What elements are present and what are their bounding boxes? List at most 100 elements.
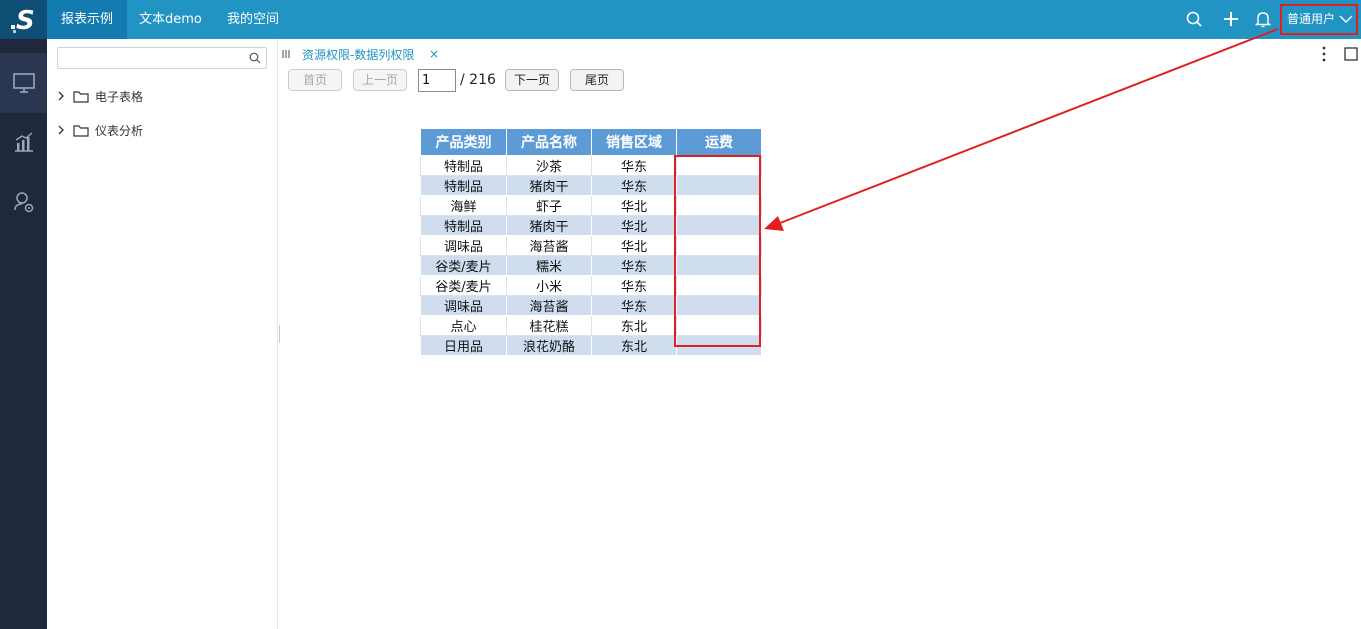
column-header: 运费 [676, 128, 762, 156]
table-cell: 海苔酱 [506, 295, 592, 316]
table-cell [676, 255, 762, 276]
table-cell: 海鲜 [420, 195, 507, 216]
maximize-icon[interactable] [1344, 47, 1358, 65]
table-cell [676, 155, 762, 176]
table-cell: 虾子 [506, 195, 592, 216]
monitor-icon [12, 73, 35, 93]
tab-report-permission[interactable]: 资源权限-数据列权限 [302, 46, 414, 63]
table-cell: 小米 [506, 275, 592, 296]
column-header: 销售区域 [591, 128, 677, 156]
table-cell: 日用品 [420, 335, 507, 356]
table-row: 调味品 海苔酱 华北 [420, 235, 762, 256]
tree-node-label: 电子表格 [95, 89, 144, 104]
chevron-down-icon [1339, 15, 1353, 23]
table-cell: 华北 [591, 215, 677, 236]
close-icon[interactable]: × [429, 47, 439, 61]
rail-item-users[interactable] [0, 172, 47, 232]
last-page-button[interactable]: 尾页 [570, 69, 624, 91]
nav-tab-my-space[interactable]: 我的空间 [213, 0, 293, 39]
table-row: 点心 桂花糕 东北 [420, 315, 762, 336]
table-cell: 东北 [591, 335, 677, 356]
plus-icon[interactable] [1221, 9, 1241, 29]
table-cell: 特制品 [420, 215, 507, 236]
table-cell: 华东 [591, 175, 677, 196]
table-cell: 特制品 [420, 175, 507, 196]
column-header: 产品名称 [506, 128, 592, 156]
table-cell: 东北 [591, 315, 677, 336]
bell-icon[interactable] [1253, 9, 1273, 29]
resource-tree-panel: 电子表格 仪表分析 [47, 39, 278, 629]
more-vertical-icon[interactable] [1321, 46, 1327, 66]
page-number-input[interactable] [418, 69, 456, 92]
table-cell [676, 335, 762, 356]
tree-node-label: 仪表分析 [95, 123, 144, 138]
tree-node-dashboard[interactable]: 仪表分析 [57, 120, 143, 140]
rail-item-reports[interactable] [0, 53, 47, 113]
user-menu[interactable]: 普通用户 [1280, 4, 1358, 35]
table-row: 海鲜 虾子 华北 [420, 195, 762, 216]
page-total: / 216 [460, 72, 496, 88]
panel-splitter[interactable] [279, 325, 281, 343]
table-cell: 谷类/麦片 [420, 275, 507, 296]
table-cell: 海苔酱 [506, 235, 592, 256]
table-cell: 猪肉干 [506, 175, 592, 196]
report-table: 产品类别 产品名称 销售区域 运费 特制品 沙茶 华东 特制品 猪肉干 华东 海鲜 虾子 华北特… [420, 128, 762, 356]
table-cell: 桂花糕 [506, 315, 592, 336]
folder-icon [73, 90, 95, 103]
table-cell: 猪肉干 [506, 215, 592, 236]
app-logo[interactable]: S [0, 0, 47, 39]
nav-tab-report-examples[interactable]: 报表示例 [47, 0, 128, 39]
search-icon[interactable] [1184, 9, 1204, 29]
table-cell [676, 195, 762, 216]
nav-tab-text-demo[interactable]: 文本demo [125, 0, 216, 39]
table-row: 特制品 猪肉干 华北 [420, 215, 762, 236]
tab-list-icon[interactable] [282, 48, 290, 63]
table-cell [676, 235, 762, 256]
chevron-right-icon[interactable] [57, 125, 73, 135]
open-tabs-bar: 资源权限-数据列权限 × [278, 39, 1361, 69]
table-cell: 浪花奶酪 [506, 335, 592, 356]
table-cell [676, 275, 762, 296]
table-cell: 特制品 [420, 155, 507, 176]
app-root: S 报表示例 文本demo 我的空间 普通用户 电子表格 仪表分析 资源权限-数… [0, 0, 1361, 629]
table-row: 调味品 海苔酱 华东 [420, 295, 762, 316]
chevron-right-icon[interactable] [57, 91, 73, 101]
table-row: 谷类/麦片 小米 华东 [420, 275, 762, 296]
table-cell [676, 315, 762, 336]
search-icon[interactable] [249, 52, 261, 68]
first-page-button[interactable]: 首页 [288, 69, 342, 91]
table-cell: 糯米 [506, 255, 592, 276]
table-cell: 华东 [591, 275, 677, 296]
prev-page-button[interactable]: 上一页 [353, 69, 407, 91]
next-page-button[interactable]: 下一页 [505, 69, 559, 91]
table-cell: 华北 [591, 235, 677, 256]
table-cell [676, 215, 762, 236]
user-name: 普通用户 [1287, 12, 1336, 26]
chart-analysis-icon [14, 132, 33, 152]
table-row: 谷类/麦片 糯米 华东 [420, 255, 762, 276]
table-cell: 沙茶 [506, 155, 592, 176]
table-row: 特制品 猪肉干 华东 [420, 175, 762, 196]
user-settings-icon [13, 192, 33, 213]
tree-node-spreadsheet[interactable]: 电子表格 [57, 86, 143, 106]
table-cell: 调味品 [420, 235, 507, 256]
tree-search-input[interactable] [57, 47, 267, 69]
table-body: 特制品 沙茶 华东 特制品 猪肉干 华东 海鲜 虾子 华北 特制品 猪肉干 华北 调味品 海苔酱 华北 谷类/… [420, 155, 762, 356]
logo-text: S [16, 6, 35, 34]
folder-icon [73, 124, 95, 137]
table-row: 日用品 浪花奶酪 东北 [420, 335, 762, 356]
table-row: 特制品 沙茶 华东 [420, 155, 762, 176]
table-cell: 华东 [591, 295, 677, 316]
column-header: 产品类别 [420, 128, 507, 156]
table-cell: 点心 [420, 315, 507, 336]
table-cell [676, 175, 762, 196]
table-cell: 谷类/麦片 [420, 255, 507, 276]
table-cell: 华东 [591, 155, 677, 176]
left-rail [0, 39, 47, 629]
top-bar: S 报表示例 文本demo 我的空间 普通用户 [0, 0, 1361, 39]
table-cell: 华北 [591, 195, 677, 216]
rail-item-analysis[interactable] [0, 112, 47, 172]
table-header-row: 产品类别 产品名称 销售区域 运费 [420, 128, 762, 156]
table-cell [676, 295, 762, 316]
table-cell: 华东 [591, 255, 677, 276]
